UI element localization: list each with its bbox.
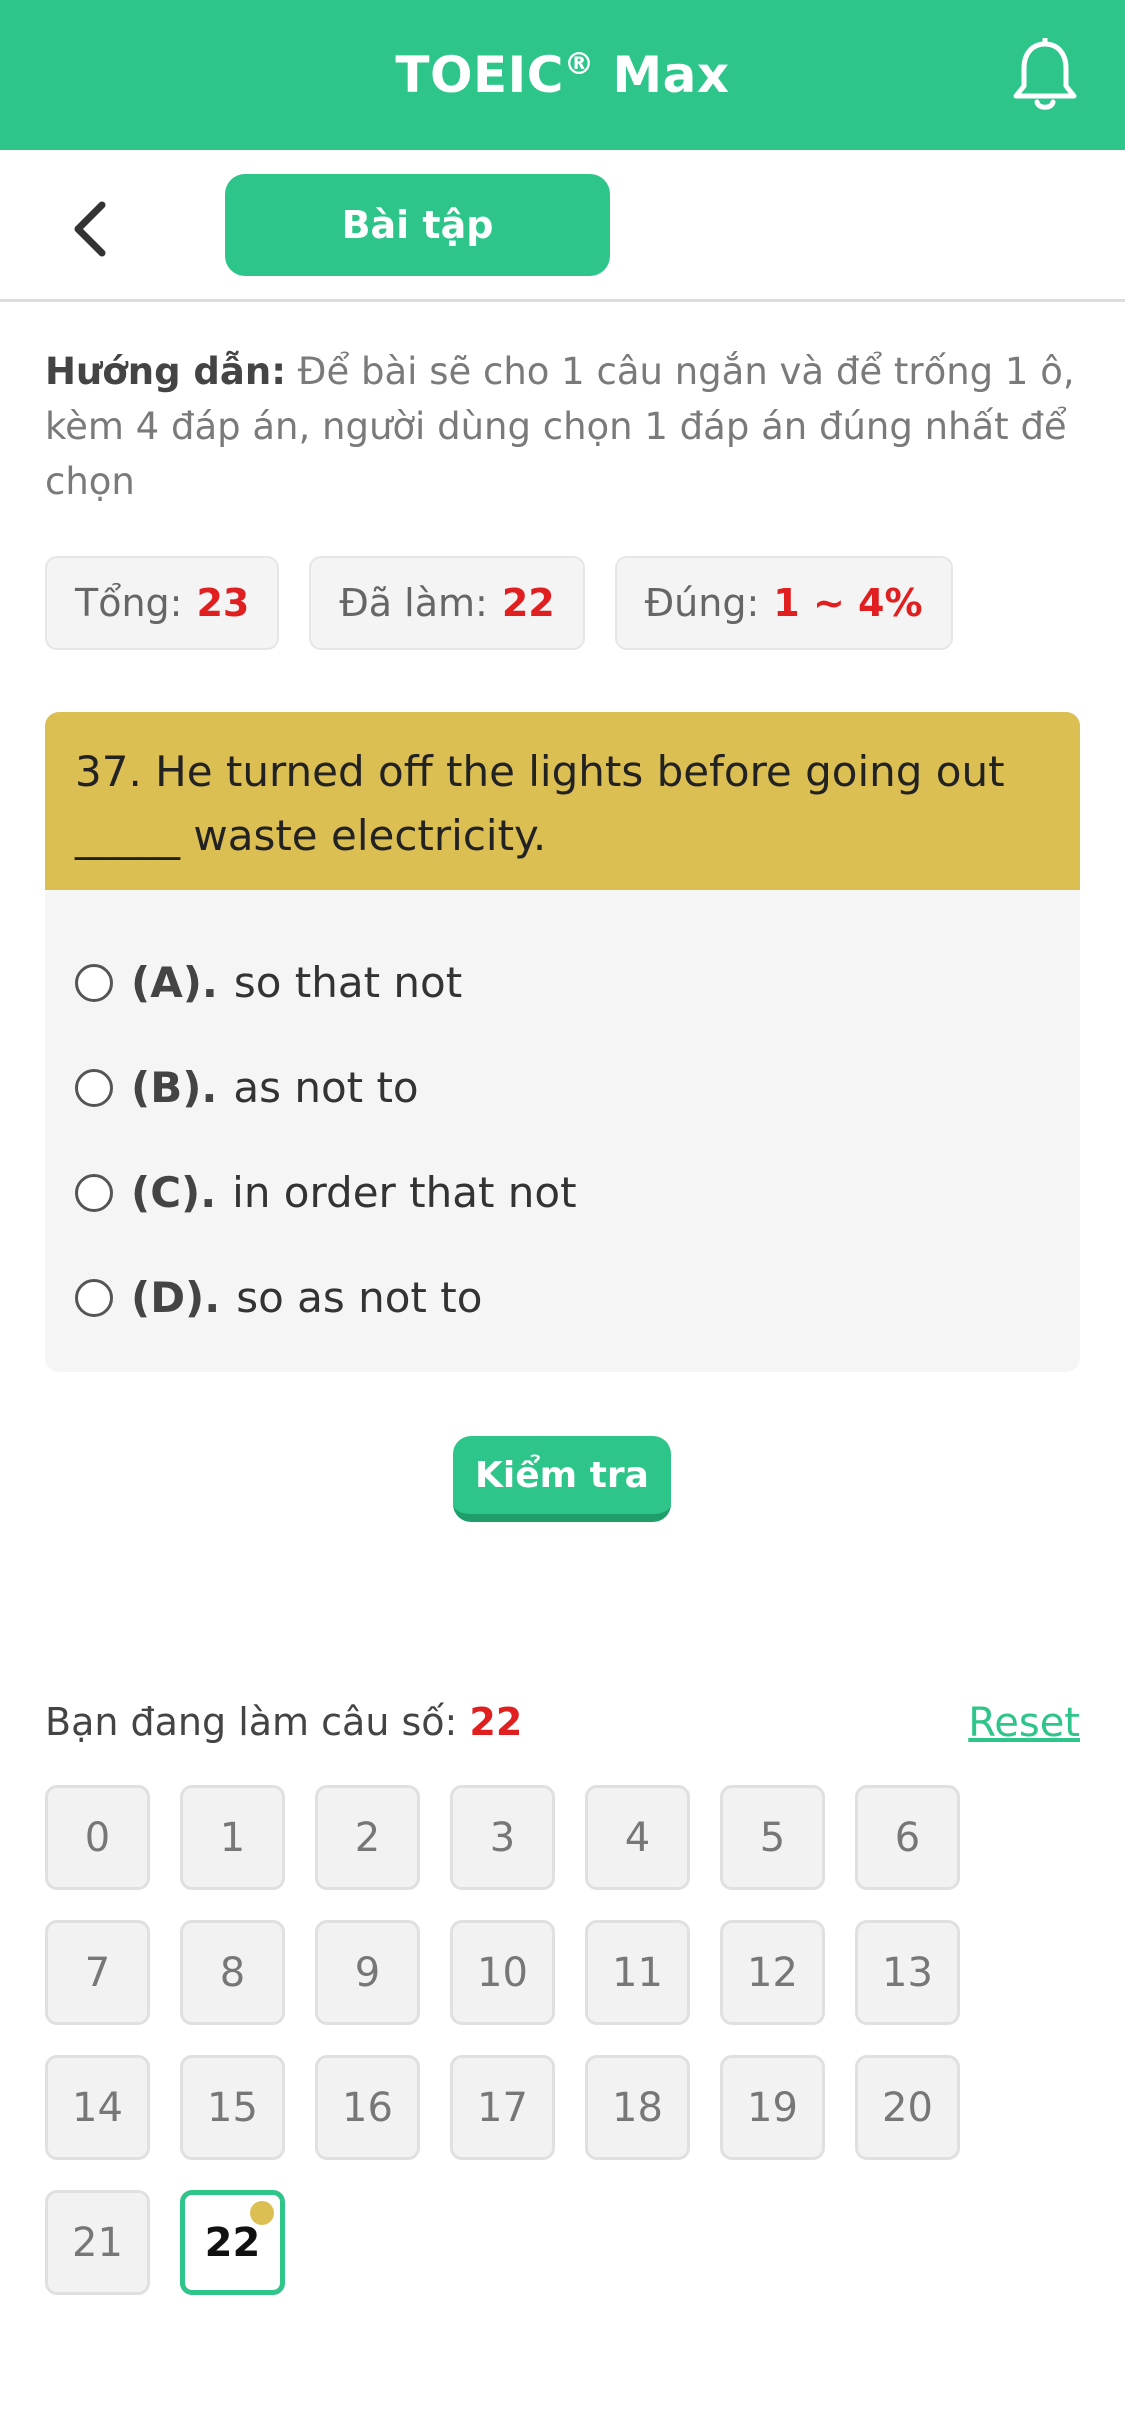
instructions: Hướng dẫn: Để bài sẽ cho 1 câu ngắn và đ… (45, 344, 1085, 509)
option-c[interactable]: (C). in order that not (75, 1140, 1050, 1245)
question-number-button[interactable]: 6 (855, 1785, 960, 1890)
tab-bai-tap[interactable]: Bài tập (225, 174, 610, 276)
question-number-button[interactable]: 15 (180, 2055, 285, 2160)
question-number-label: 12 (747, 1949, 798, 1996)
question-number-button[interactable]: 16 (315, 2055, 420, 2160)
option-d[interactable]: (D). so as not to (75, 1245, 1050, 1350)
question-number-label: 4 (624, 1814, 651, 1861)
stat-correct: Đúng: 1 ~ 4% (614, 556, 953, 650)
question-number-button[interactable]: 5 (720, 1785, 825, 1890)
question-number-button[interactable]: 10 (450, 1920, 555, 2025)
radio-button[interactable] (75, 1278, 113, 1317)
question-number-label: 9 (354, 1949, 381, 1996)
question-number-label: 22 (204, 2219, 261, 2266)
question-number-button[interactable]: 9 (315, 1920, 420, 2025)
stats-row: Tổng: 23 Đã làm: 22 Đúng: 1 ~ 4% (45, 556, 953, 650)
question-number-label: 11 (612, 1949, 663, 1996)
question-text: 37. He turned off the lights before goin… (45, 712, 1080, 890)
radio-button[interactable] (75, 963, 113, 1002)
question-number-label: 20 (882, 2084, 933, 2131)
question-number-button[interactable]: 17 (450, 2055, 555, 2160)
question-number-label: 6 (894, 1814, 921, 1861)
instructions-label: Hướng dẫn: (45, 350, 287, 393)
question-number-label: 5 (759, 1814, 786, 1861)
check-button[interactable]: Kiểm tra (453, 1436, 671, 1522)
question-number-label: 2 (354, 1814, 381, 1861)
question-number-button[interactable]: 18 (585, 2055, 690, 2160)
option-a[interactable]: (A). so that not (75, 930, 1050, 1035)
app-header: TOEIC® Max (0, 0, 1125, 150)
question-number-button[interactable]: 20 (855, 2055, 960, 2160)
stat-total: Tổng: 23 (45, 556, 280, 650)
answer-options: (A). so that not (B). as not to (C). in … (45, 890, 1080, 1350)
question-number-label: 13 (882, 1949, 933, 1996)
question-number-label: 14 (72, 2084, 123, 2131)
radio-button[interactable] (75, 1173, 113, 1212)
question-number-button[interactable]: 14 (45, 2055, 150, 2160)
chevron-left-icon (74, 201, 106, 257)
question-number-button[interactable]: 11 (585, 1920, 690, 2025)
question-number-button[interactable]: 22 (180, 2190, 285, 2295)
question-number-button[interactable]: 13 (855, 1920, 960, 2025)
question-number-button[interactable]: 8 (180, 1920, 285, 2025)
current-indicator-dot (250, 2201, 274, 2225)
option-b[interactable]: (B). as not to (75, 1035, 1050, 1140)
back-button[interactable] (60, 194, 120, 264)
question-number-label: 16 (342, 2084, 393, 2131)
app-title: TOEIC® Max (395, 46, 730, 104)
question-number-label: 3 (489, 1814, 516, 1861)
question-card: 37. He turned off the lights before goin… (45, 712, 1080, 1372)
question-number-label: 18 (612, 2084, 663, 2131)
reset-link[interactable]: Reset (968, 1700, 1080, 1746)
question-number-label: 8 (219, 1949, 246, 1996)
current-question-number: 22 (469, 1700, 523, 1744)
question-number-button[interactable]: 12 (720, 1920, 825, 2025)
question-number-label: 7 (84, 1949, 111, 1996)
question-number-button[interactable]: 19 (720, 2055, 825, 2160)
question-number-label: 15 (207, 2084, 258, 2131)
question-number-button[interactable]: 0 (45, 1785, 150, 1890)
question-number-button[interactable]: 4 (585, 1785, 690, 1890)
stat-done: Đã làm: 22 (309, 556, 585, 650)
question-number-label: 1 (219, 1814, 246, 1861)
question-number-label: 0 (84, 1814, 111, 1861)
question-number-button[interactable]: 2 (315, 1785, 420, 1890)
toolbar: Bài tập (0, 150, 1125, 302)
current-question-label: Bạn đang làm câu số: 22 (45, 1700, 523, 1744)
question-number-button[interactable]: 1 (180, 1785, 285, 1890)
question-number-button[interactable]: 3 (450, 1785, 555, 1890)
radio-button[interactable] (75, 1068, 113, 1107)
question-number-label: 10 (477, 1949, 528, 1996)
question-number-button[interactable]: 7 (45, 1920, 150, 2025)
question-number-label: 21 (72, 2219, 123, 2266)
bell-icon[interactable] (1010, 36, 1080, 114)
question-number-label: 17 (477, 2084, 528, 2131)
question-number-button[interactable]: 21 (45, 2190, 150, 2295)
question-number-label: 19 (747, 2084, 798, 2131)
